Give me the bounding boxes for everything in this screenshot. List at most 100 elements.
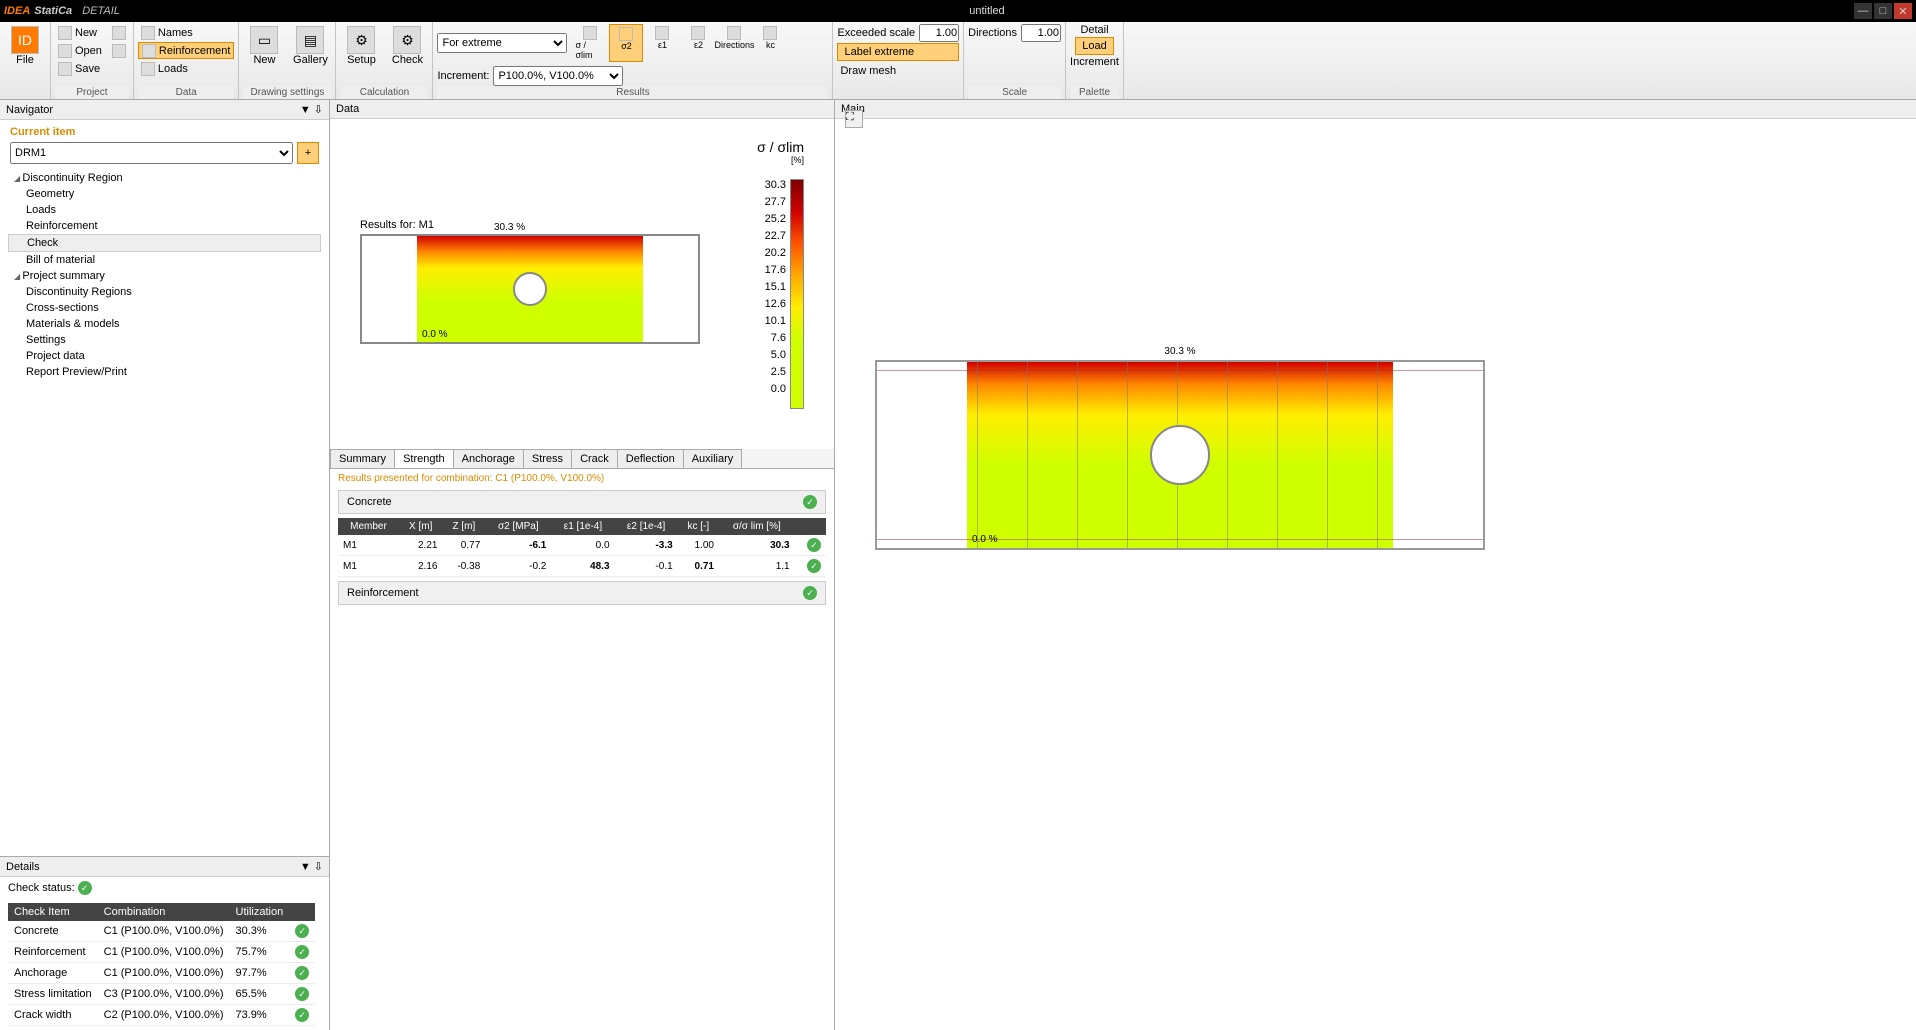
navigator-header: Navigator▼ ⇩: [0, 100, 329, 120]
sigma2-button[interactable]: σ2: [609, 24, 643, 62]
current-item-label: Current item: [0, 120, 329, 140]
minimize-button[interactable]: —: [1854, 3, 1872, 19]
file-button[interactable]: ID File: [4, 24, 46, 68]
data-view: Results for: M1 σ / σlim [%] 30.327.725.…: [330, 119, 834, 449]
drawing-group-label: Drawing settings: [243, 86, 331, 99]
beam-bot-label: 0.0 %: [422, 329, 448, 340]
navigator-tree: Discontinuity Region Geometry Loads Rein…: [0, 170, 329, 380]
brand-logo-2: StatiCa: [34, 5, 72, 17]
tree-cross-sections[interactable]: Cross-sections: [8, 300, 321, 316]
tab-stress[interactable]: Stress: [523, 449, 572, 468]
reinforcement-section-header[interactable]: Reinforcement✓: [338, 581, 826, 605]
new-button[interactable]: New: [55, 24, 105, 41]
names-toggle[interactable]: Names: [138, 24, 235, 41]
eps1-button[interactable]: ε1: [645, 24, 679, 62]
save-icon: [58, 62, 72, 76]
check-icon: ⚙: [393, 26, 421, 54]
directions-result-button[interactable]: Directions: [717, 24, 751, 62]
sigma2-icon: [619, 27, 633, 41]
tree-reinforcement[interactable]: Reinforcement: [8, 218, 321, 234]
fit-view-button[interactable]: ⛶: [845, 110, 863, 128]
reinforcement-toggle[interactable]: Reinforcement: [138, 42, 235, 59]
directions-icon: [727, 26, 741, 40]
tree-check[interactable]: Check: [8, 234, 321, 252]
table-row[interactable]: AnchorageC1 (P100.0%, V100.0%)97.7%✓: [8, 963, 315, 984]
tab-auxiliary[interactable]: Auxiliary: [683, 449, 743, 468]
tree-project-data[interactable]: Project data: [8, 348, 321, 364]
undo-button[interactable]: [109, 24, 129, 41]
directions-scale-input[interactable]: [1021, 24, 1061, 42]
results-for-label: Results for: M1: [360, 219, 434, 231]
directions-scale-label: Directions: [968, 27, 1017, 39]
tree-summary-header[interactable]: Project summary: [8, 268, 321, 284]
tab-strength[interactable]: Strength: [394, 449, 454, 468]
tab-anchorage[interactable]: Anchorage: [453, 449, 524, 468]
open-icon: [58, 44, 72, 58]
table-row[interactable]: Crack widthC2 (P100.0%, V100.0%)73.9%✓: [8, 1005, 315, 1026]
maximize-button[interactable]: □: [1874, 3, 1892, 19]
new-picture-icon: ▭: [250, 26, 278, 54]
tree-loads[interactable]: Loads: [8, 202, 321, 218]
concrete-section-header[interactable]: Concrete✓: [338, 490, 826, 514]
table-row[interactable]: M12.210.77-6.10.0-3.31.0030.3✓: [338, 535, 826, 556]
tree-region-header[interactable]: Discontinuity Region: [8, 170, 321, 186]
table-row[interactable]: Stress limitationC3 (P100.0%, V100.0%)65…: [8, 984, 315, 1005]
ok-icon: ✓: [295, 966, 309, 980]
legend-values: 30.327.725.222.720.217.615.112.610.17.65…: [765, 179, 786, 409]
setup-icon: ⚙: [347, 26, 375, 54]
new-picture-button[interactable]: ▭New: [243, 24, 285, 68]
draw-mesh-toggle[interactable]: Draw mesh: [837, 62, 959, 79]
ok-icon: ✓: [295, 987, 309, 1001]
beam-top-label: 30.3 %: [492, 222, 527, 233]
save-button[interactable]: Save: [55, 60, 105, 77]
kc-button[interactable]: kc: [753, 24, 787, 62]
table-row[interactable]: ConcreteC1 (P100.0%, V100.0%)30.3%✓: [8, 921, 315, 942]
title-bar: IDEA StatiCa DETAIL untitled — □ ✕: [0, 0, 1916, 22]
beam-plot-main[interactable]: 30.3 % 0.0 %: [875, 360, 1485, 550]
close-button[interactable]: ✕: [1894, 3, 1912, 19]
table-row[interactable]: M12.16-0.38-0.248.3-0.10.711.1✓: [338, 556, 826, 577]
legend-title: σ / σlim: [757, 139, 804, 155]
check-status-label: Check status:: [8, 882, 75, 894]
main-panel-header: Main: [835, 100, 1916, 119]
calc-group-label: Calculation: [340, 86, 428, 99]
gallery-button[interactable]: ▤Gallery: [289, 24, 331, 68]
increment-label: Increment:: [437, 70, 489, 82]
table-row[interactable]: ReinforcementC1 (P100.0%, V100.0%)75.7%✓: [8, 942, 315, 963]
increment-select[interactable]: P100.0%, V100.0%: [493, 66, 623, 86]
beam-plot-small: 30.3 % 0.0 %: [360, 234, 700, 344]
exceeded-input[interactable]: [919, 24, 959, 42]
load-palette-button[interactable]: Load: [1075, 37, 1113, 55]
sigma-lim-button[interactable]: σ / σlim: [573, 24, 607, 62]
tab-summary[interactable]: Summary: [330, 449, 395, 468]
legend-unit: [%]: [757, 155, 804, 165]
details-header: Details▼ ⇩: [0, 857, 329, 877]
eps2-button[interactable]: ε2: [681, 24, 715, 62]
loads-toggle[interactable]: Loads: [138, 60, 235, 77]
redo-icon: [112, 44, 126, 58]
tree-report[interactable]: Report Preview/Print: [8, 364, 321, 380]
extreme-select[interactable]: For extreme: [437, 33, 567, 53]
tab-crack[interactable]: Crack: [571, 449, 618, 468]
check-button[interactable]: ⚙Check: [386, 24, 428, 68]
ok-icon: ✓: [807, 538, 821, 552]
redo-button[interactable]: [109, 42, 129, 59]
tree-settings[interactable]: Settings: [8, 332, 321, 348]
tab-deflection[interactable]: Deflection: [617, 449, 684, 468]
gallery-icon: ▤: [296, 26, 324, 54]
drm-select[interactable]: DRM1: [10, 142, 293, 164]
open-button[interactable]: Open: [55, 42, 105, 59]
add-drm-button[interactable]: +: [297, 142, 319, 164]
tree-geometry[interactable]: Geometry: [8, 186, 321, 202]
tree-materials[interactable]: Materials & models: [8, 316, 321, 332]
data-group-label: Data: [138, 86, 235, 99]
results-tabs: Summary Strength Anchorage Stress Crack …: [330, 449, 834, 469]
setup-button[interactable]: ⚙Setup: [340, 24, 382, 68]
reinforcement-icon: [142, 44, 156, 58]
tree-bom[interactable]: Bill of material: [8, 252, 321, 268]
kc-icon: [763, 26, 777, 40]
tree-regions[interactable]: Discontinuity Regions: [8, 284, 321, 300]
main-beam-bot-label: 0.0 %: [972, 534, 998, 545]
palette-group-label: Palette: [1070, 86, 1119, 99]
label-extreme-button[interactable]: Label extreme: [837, 43, 959, 61]
